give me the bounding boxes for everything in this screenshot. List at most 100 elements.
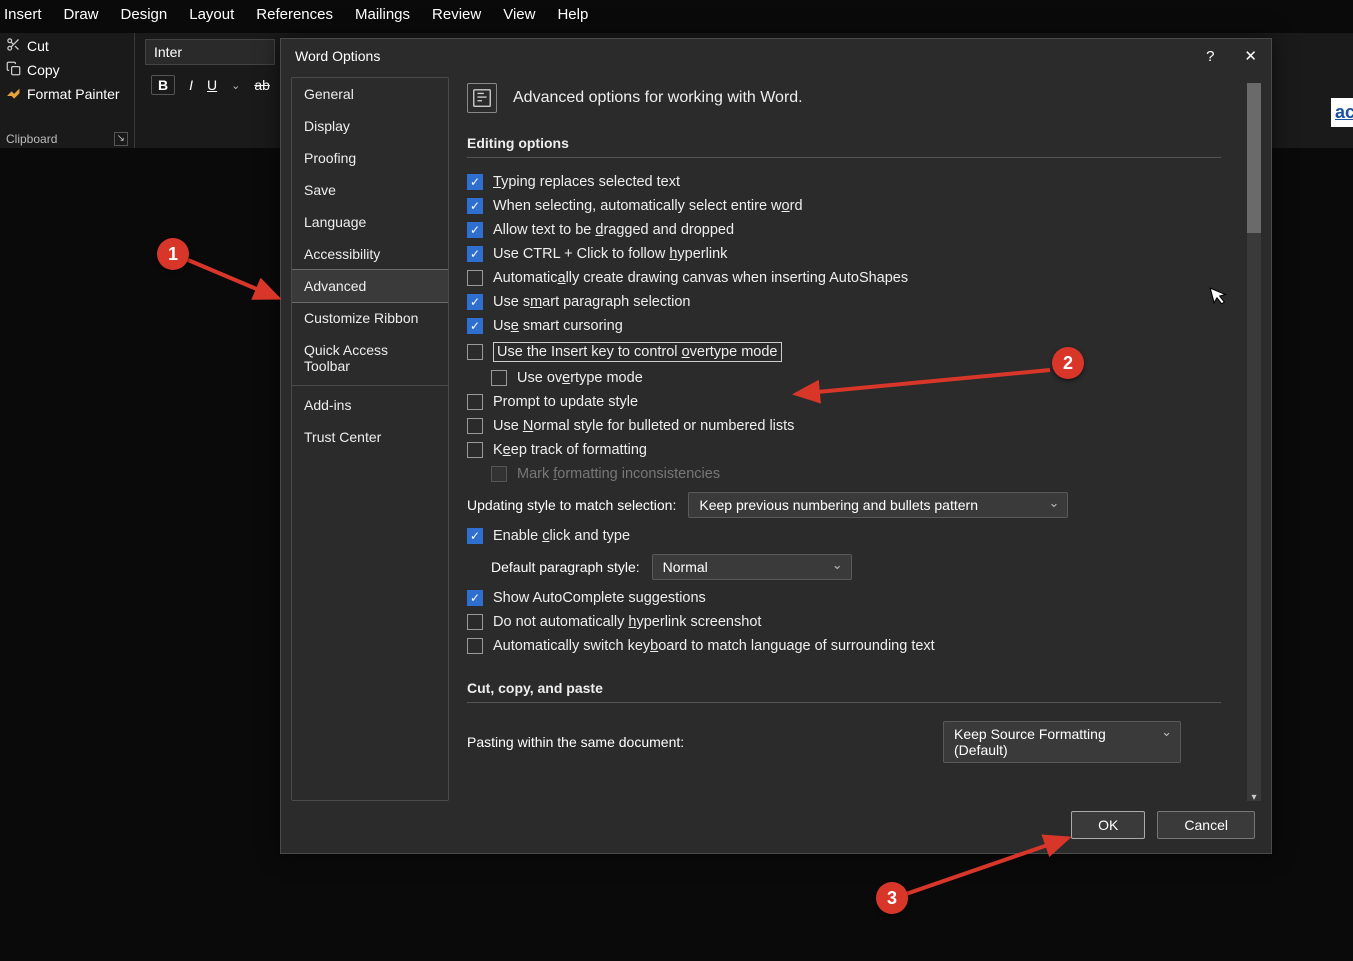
checkbox-prompt-style[interactable] bbox=[467, 394, 483, 410]
checkbox-ctrl-click[interactable] bbox=[467, 246, 483, 262]
sidebar-item-quick-access[interactable]: Quick Access Toolbar bbox=[292, 334, 448, 382]
format-painter-label: Format Painter bbox=[27, 86, 120, 102]
checkbox-no-hyperlink-screenshot[interactable] bbox=[467, 614, 483, 630]
checkbox-mark-inconsist bbox=[491, 466, 507, 482]
annotation-callout-2: 2 bbox=[1052, 347, 1084, 379]
edge-cropped-text: aci bbox=[1331, 98, 1353, 127]
label-enable-click-type: Enable click and type bbox=[493, 528, 630, 544]
sidebar-item-customize-ribbon[interactable]: Customize Ribbon bbox=[292, 302, 448, 334]
sidebar-item-accessibility[interactable]: Accessibility bbox=[292, 238, 448, 270]
sidebar-item-save[interactable]: Save bbox=[292, 174, 448, 206]
label-smart-cursor: Use smart cursoring bbox=[493, 318, 623, 334]
cut-label: Cut bbox=[27, 38, 49, 54]
sidebar-item-proofing[interactable]: Proofing bbox=[292, 142, 448, 174]
label-updating-style: Updating style to match selection: bbox=[467, 497, 676, 513]
label-smart-para: Use smart paragraph selection bbox=[493, 294, 691, 310]
label-paste-within: Pasting within the same document: bbox=[467, 734, 684, 750]
clipboard-group: Cut Copy Format Painter Clipboard ↘ bbox=[0, 33, 135, 148]
font-group: B I U ⌄ ab bbox=[135, 33, 285, 101]
label-auto-select-word: When selecting, automatically select ent… bbox=[493, 198, 803, 214]
cancel-button[interactable]: Cancel bbox=[1157, 811, 1255, 839]
scrollbar-down-icon[interactable]: ▾ bbox=[1247, 792, 1261, 801]
tab-layout[interactable]: Layout bbox=[189, 6, 234, 23]
checkbox-use-overtype[interactable] bbox=[491, 370, 507, 386]
label-autocomplete: Show AutoComplete suggestions bbox=[493, 590, 706, 606]
clipboard-dialog-launcher-icon[interactable]: ↘ bbox=[114, 132, 128, 146]
section-rule-paste bbox=[467, 702, 1221, 703]
label-switch-keyboard: Automatically switch keyboard to match l… bbox=[493, 638, 935, 654]
checkbox-keep-track[interactable] bbox=[467, 442, 483, 458]
dropdown-default-para-style[interactable]: Normal bbox=[652, 554, 852, 580]
section-editing-title: Editing options bbox=[467, 135, 1221, 151]
checkbox-autocomplete[interactable] bbox=[467, 590, 483, 606]
label-typing-replaces: TTyping replaces selected textyping repl… bbox=[493, 174, 680, 190]
annotation-callout-1: 1 bbox=[157, 238, 189, 270]
checkbox-auto-select-word[interactable] bbox=[467, 198, 483, 214]
label-auto-canvas: Automatically create drawing canvas when… bbox=[493, 270, 908, 286]
dialog-title-text: Word Options bbox=[295, 48, 380, 64]
checkbox-switch-keyboard[interactable] bbox=[467, 638, 483, 654]
label-mark-inconsist: Mark formatting inconsistencies bbox=[517, 466, 720, 482]
tab-review[interactable]: Review bbox=[432, 6, 481, 23]
brush-icon bbox=[6, 85, 21, 103]
font-name-input[interactable] bbox=[145, 39, 275, 65]
label-use-overtype: Use overtype mode bbox=[517, 370, 643, 386]
tab-help[interactable]: Help bbox=[557, 6, 588, 23]
options-content: Advanced options for working with Word. … bbox=[457, 77, 1239, 801]
checkbox-enable-click-type[interactable] bbox=[467, 528, 483, 544]
ribbon-tabs: Insert Draw Design Layout References Mai… bbox=[0, 0, 1353, 33]
sidebar-item-language[interactable]: Language bbox=[292, 206, 448, 238]
sidebar-separator bbox=[292, 385, 448, 386]
label-prompt-style: Prompt to update style bbox=[493, 394, 638, 410]
copy-label: Copy bbox=[27, 62, 60, 78]
scissors-icon bbox=[6, 37, 21, 55]
clipboard-group-label: Clipboard bbox=[6, 132, 57, 146]
label-drag-drop: Allow text to be dragged and dropped bbox=[493, 222, 734, 238]
close-button[interactable]: ✕ bbox=[1244, 47, 1257, 65]
bold-button[interactable]: B bbox=[151, 75, 175, 95]
underline-button[interactable]: U bbox=[207, 77, 217, 93]
section-paste-title: Cut, copy, and paste bbox=[467, 680, 1221, 696]
sidebar-item-trust-center[interactable]: Trust Center bbox=[292, 421, 448, 453]
label-keep-track: Keep track of formatting bbox=[493, 442, 647, 458]
strikethrough-button[interactable]: ab bbox=[254, 77, 270, 93]
sidebar-item-display[interactable]: Display bbox=[292, 110, 448, 142]
checkbox-auto-canvas[interactable] bbox=[467, 270, 483, 286]
tab-insert[interactable]: Insert bbox=[4, 6, 42, 23]
help-button[interactable]: ? bbox=[1206, 48, 1214, 65]
section-rule bbox=[467, 157, 1221, 158]
advanced-header-text: Advanced options for working with Word. bbox=[513, 89, 803, 107]
sidebar-item-advanced[interactable]: Advanced bbox=[291, 269, 449, 303]
format-painter-button[interactable]: Format Painter bbox=[6, 85, 128, 103]
checkbox-smart-para[interactable] bbox=[467, 294, 483, 310]
options-sidebar: General Display Proofing Save Language A… bbox=[291, 77, 449, 801]
italic-button[interactable]: I bbox=[189, 77, 193, 93]
tab-references[interactable]: References bbox=[256, 6, 333, 23]
dropdown-paste-within[interactable]: Keep Source Formatting (Default) bbox=[943, 721, 1181, 763]
tab-draw[interactable]: Draw bbox=[64, 6, 99, 23]
label-ctrl-click: Use CTRL + Click to follow hyperlink bbox=[493, 246, 727, 262]
label-insert-key-overtype: Use the Insert key to control overtype m… bbox=[493, 342, 782, 362]
checkbox-drag-drop[interactable] bbox=[467, 222, 483, 238]
sidebar-item-addins[interactable]: Add-ins bbox=[292, 389, 448, 421]
tab-view[interactable]: View bbox=[503, 6, 535, 23]
checkbox-insert-key-overtype[interactable] bbox=[467, 344, 483, 360]
word-options-dialog: Word Options ? ✕ General Display Proofin… bbox=[280, 38, 1272, 854]
annotation-callout-3: 3 bbox=[876, 882, 908, 914]
checkbox-typing-replaces[interactable] bbox=[467, 174, 483, 190]
label-normal-bullets: Use Normal style for bulleted or numbere… bbox=[493, 418, 794, 434]
checkbox-normal-bullets[interactable] bbox=[467, 418, 483, 434]
sidebar-item-general[interactable]: General bbox=[292, 78, 448, 110]
underline-dropdown-icon[interactable]: ⌄ bbox=[231, 79, 240, 92]
dropdown-updating-style[interactable]: Keep previous numbering and bullets patt… bbox=[688, 492, 1068, 518]
cut-button[interactable]: Cut bbox=[6, 37, 128, 55]
checkbox-smart-cursor[interactable] bbox=[467, 318, 483, 334]
tab-mailings[interactable]: Mailings bbox=[355, 6, 410, 23]
content-scrollbar[interactable]: ▾ bbox=[1247, 83, 1261, 801]
ok-button[interactable]: OK bbox=[1071, 811, 1145, 839]
copy-button[interactable]: Copy bbox=[6, 61, 128, 79]
label-no-hyperlink-screenshot: Do not automatically hyperlink screensho… bbox=[493, 614, 761, 630]
tab-design[interactable]: Design bbox=[121, 6, 168, 23]
scrollbar-thumb[interactable] bbox=[1247, 83, 1261, 233]
copy-icon bbox=[6, 61, 21, 79]
